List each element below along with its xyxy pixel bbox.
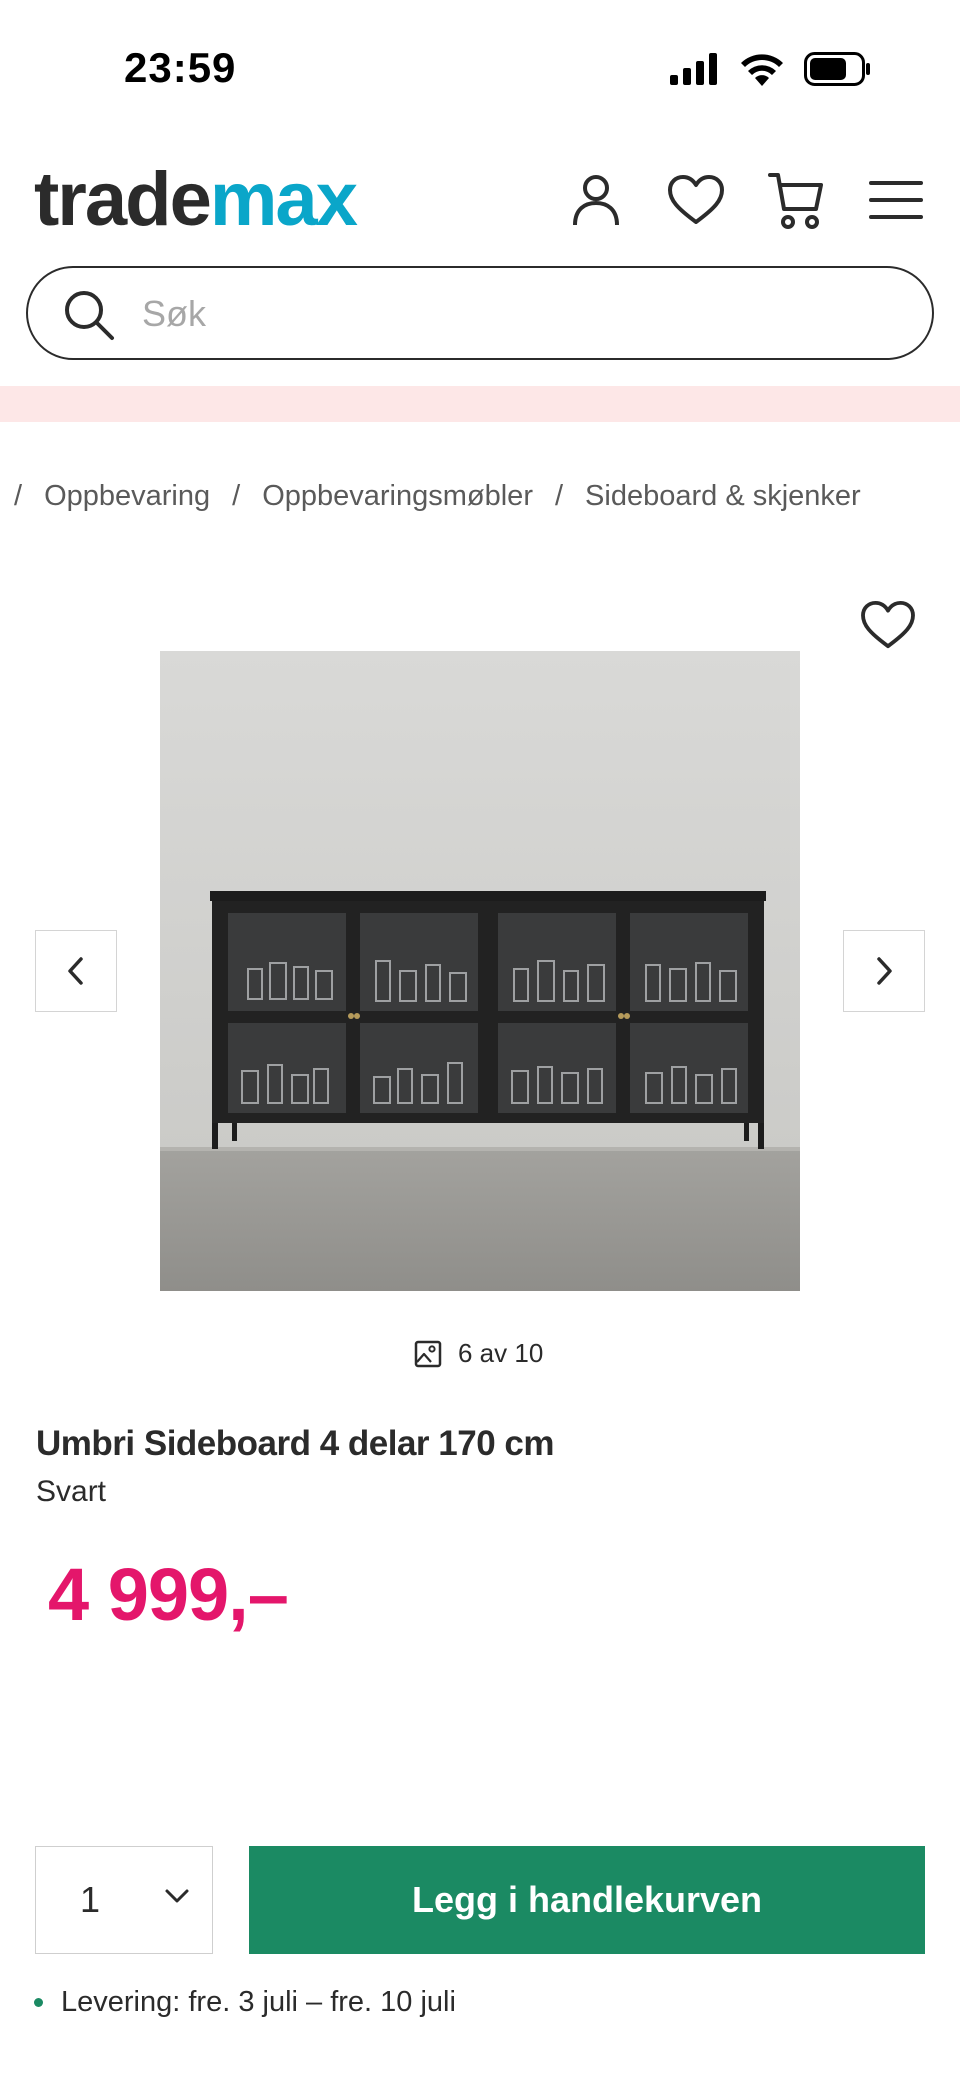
logo-part-max: max	[209, 157, 358, 242]
breadcrumb-item-oppbevaring[interactable]: Oppbevaring	[44, 480, 210, 513]
search-icon	[65, 291, 114, 340]
header-actions	[566, 170, 926, 230]
delivery-text: Levering: fre. 3 juli – fre. 10 juli	[61, 1986, 456, 2018]
menu-icon	[869, 181, 923, 219]
quantity-value: 1	[80, 1879, 101, 1920]
product-title: Umbri Sideboard 4 delar 170 cm	[36, 1424, 554, 1463]
breadcrumb-item-sideboard-skjenker[interactable]: Sideboard & skjenker	[585, 480, 861, 513]
breadcrumb-separator: /	[554, 480, 564, 512]
sideboard-photo	[160, 651, 800, 1291]
product-variant: Svart	[36, 1475, 107, 1508]
status-bar: 23:59	[0, 0, 960, 140]
chevron-left-icon	[68, 957, 83, 985]
delivery-info: Levering: fre. 3 juli – fre. 10 juli	[34, 1986, 456, 2019]
logo-part-trade: trade	[34, 157, 212, 242]
cart-button[interactable]	[766, 170, 826, 230]
signal-icon	[670, 53, 717, 85]
breadcrumb-item-oppbevaringsmobler[interactable]: Oppbevaringsmøbler	[262, 480, 533, 513]
breadcrumb: / Oppbevaring / Oppbevaringsmøbler / Sid…	[14, 480, 883, 513]
chevron-right-icon	[877, 957, 892, 985]
account-icon	[573, 175, 619, 226]
gallery-prev-button[interactable]	[35, 930, 117, 1012]
delivery-status-dot	[34, 1998, 43, 2007]
search-bar[interactable]	[26, 266, 934, 360]
heart-icon	[668, 175, 724, 224]
gallery-next-button[interactable]	[843, 930, 925, 1012]
product-image[interactable]	[160, 651, 800, 1291]
search-input[interactable]	[142, 288, 882, 340]
wifi-icon	[741, 54, 783, 86]
wishlist-button[interactable]	[666, 170, 726, 230]
product-wishlist-button[interactable]	[860, 600, 920, 660]
battery-icon	[804, 52, 870, 86]
status-icons	[670, 52, 872, 86]
cart-icon	[768, 173, 823, 229]
add-to-cart-button[interactable]: Legg i handlekurven	[249, 1846, 925, 1954]
image-counter-text: 6 av 10	[458, 1338, 544, 1368]
account-button[interactable]	[566, 170, 626, 230]
image-icon	[414, 1340, 442, 1367]
trademax-logo[interactable]: trademax	[34, 162, 358, 238]
status-time: 23:59	[124, 44, 237, 91]
promo-banner[interactable]	[0, 386, 960, 422]
menu-button[interactable]	[866, 170, 926, 230]
heart-icon	[861, 600, 915, 649]
site-header: trademax	[0, 160, 960, 260]
breadcrumb-separator: /	[14, 480, 23, 512]
image-counter[interactable]: 6 av 10	[414, 1338, 543, 1369]
breadcrumb-separator: /	[232, 480, 241, 512]
quantity-select[interactable]: 1	[35, 1846, 213, 1954]
product-price: 4 999,–	[48, 1553, 289, 1636]
chevron-down-icon	[165, 1889, 189, 1903]
